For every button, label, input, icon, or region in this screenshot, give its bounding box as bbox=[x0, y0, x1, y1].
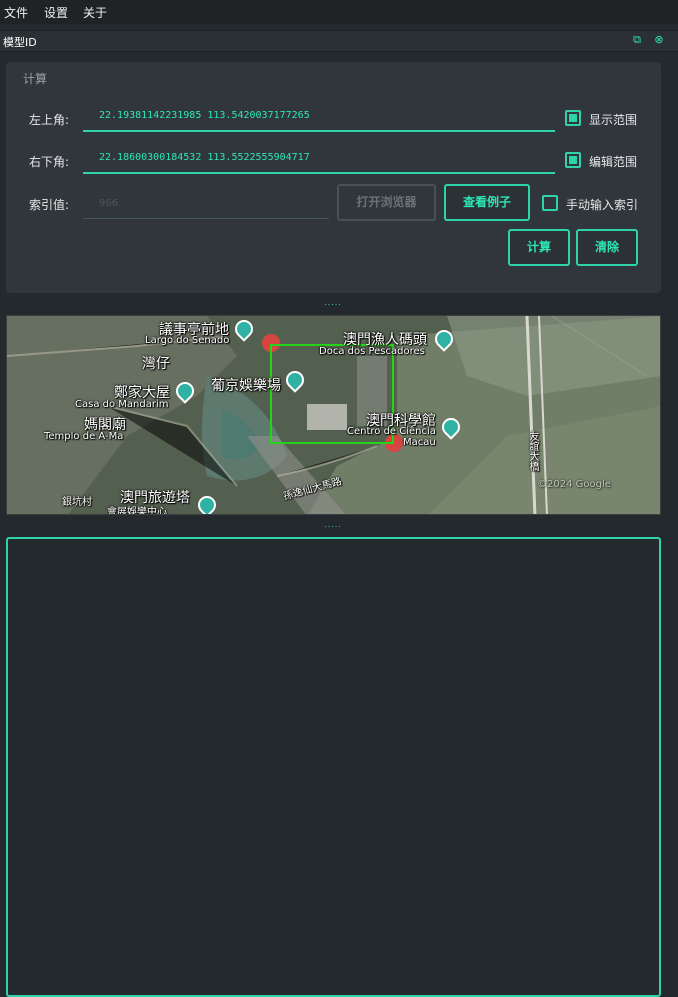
map-label: 銀坑村 bbox=[62, 497, 92, 508]
edit-range-checkbox[interactable] bbox=[565, 152, 581, 168]
splitter-handle-top[interactable]: ..... bbox=[323, 299, 343, 307]
map-label: Macau bbox=[403, 437, 436, 448]
index-label: 索引值: bbox=[29, 198, 70, 212]
calc-group: 计算 左上角: 22.19381142231985 113.5420037177… bbox=[6, 62, 661, 293]
top-left-value: 22.19381142231985 113.5420037177265 bbox=[99, 110, 310, 121]
close-icon[interactable]: ⊗ bbox=[652, 33, 666, 47]
bottom-right-label: 右下角: bbox=[29, 155, 70, 169]
menu-about[interactable]: 关于 bbox=[83, 4, 107, 21]
dock-title-bar: 模型ID ⧉ ⊗ bbox=[0, 30, 678, 52]
calculate-button[interactable]: 计算 bbox=[508, 229, 570, 266]
splitter-handle-bottom[interactable]: ..... bbox=[323, 521, 343, 529]
bottom-right-value: 22.18600300184532 113.5522555904717 bbox=[99, 152, 310, 163]
map-label: Largo do Senado bbox=[145, 335, 230, 346]
show-range-label: 显示范围 bbox=[589, 113, 638, 127]
menu-settings[interactable]: 设置 bbox=[44, 4, 68, 21]
float-icon[interactable]: ⧉ bbox=[630, 33, 644, 47]
top-left-field[interactable]: 22.19381142231985 113.5420037177265 bbox=[83, 104, 555, 132]
map-label: Templo de A-Ma bbox=[44, 431, 124, 442]
calc-group-title: 计算 bbox=[23, 72, 48, 86]
map-label: Centro de Ciência bbox=[347, 426, 436, 437]
output-panel[interactable] bbox=[6, 537, 661, 997]
manual-index-label: 手动输入索引 bbox=[566, 198, 639, 212]
manual-index-checkbox[interactable] bbox=[542, 195, 558, 211]
map-view[interactable]: 議事亭前地 Largo do Senado 澳門漁人碼頭 Doca dos Pe… bbox=[6, 315, 661, 515]
map-label: 葡京娛樂場 bbox=[211, 378, 281, 394]
menu-file[interactable]: 文件 bbox=[4, 4, 28, 21]
index-placeholder: 966 bbox=[99, 198, 119, 209]
menu-bar: 文件 设置 关于 bbox=[0, 0, 678, 24]
top-left-label: 左上角: bbox=[29, 113, 70, 127]
show-range-checkbox[interactable] bbox=[565, 110, 581, 126]
bottom-right-field[interactable]: 22.18600300184532 113.5522555904717 bbox=[83, 146, 555, 174]
map-label: Doca dos Pescadores bbox=[319, 346, 425, 357]
map-copyright: ©2024 Google bbox=[537, 479, 611, 490]
map-label: Casa do Mandarim bbox=[75, 399, 169, 410]
map-label: 會展娛樂中心 bbox=[107, 507, 167, 515]
map-label: 友誼大橋 bbox=[527, 431, 538, 471]
map-label: 灣仔 bbox=[142, 356, 170, 372]
view-example-button[interactable]: 查看例子 bbox=[444, 184, 530, 221]
clear-button[interactable]: 清除 bbox=[576, 229, 638, 266]
dock-title: 模型ID bbox=[3, 36, 37, 49]
index-field[interactable]: 966 bbox=[83, 192, 329, 219]
edit-range-label: 编辑范围 bbox=[589, 155, 638, 169]
open-browser-button[interactable]: 打开浏览器 bbox=[337, 184, 436, 221]
